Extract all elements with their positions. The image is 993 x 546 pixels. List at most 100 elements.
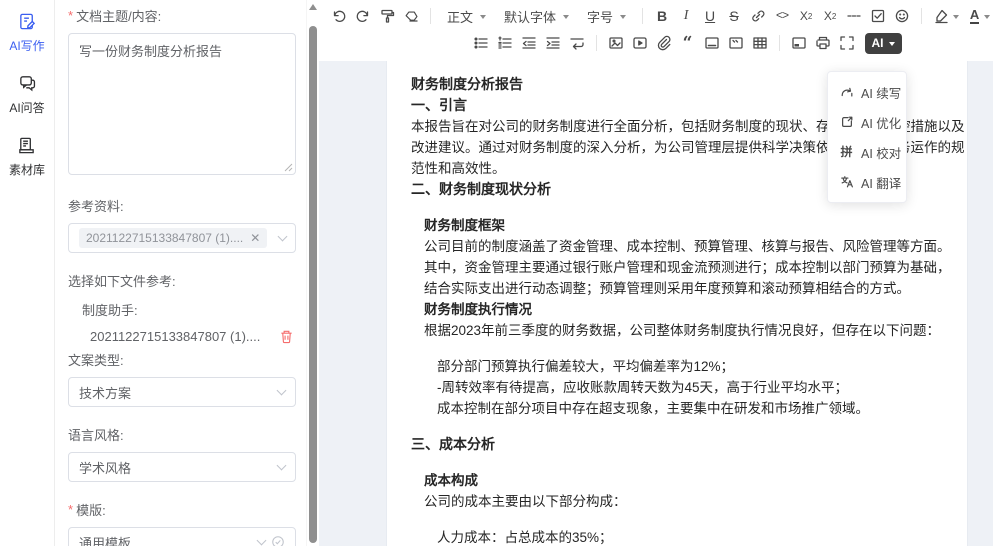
reference-file-tag: 2021122715133847807 (1).... ✕	[79, 228, 267, 248]
file-group-label: 制度助手:	[82, 300, 296, 319]
chevron-down-icon	[277, 461, 287, 471]
code-block-button[interactable]	[724, 31, 748, 55]
fullscreen-button[interactable]	[835, 31, 859, 55]
ordered-list-button[interactable]	[493, 31, 517, 55]
rail-item[interactable]: AI写作	[9, 12, 44, 54]
video-button[interactable]	[628, 31, 652, 55]
document-block: 部分部门预算执行偏差较大，平均偏差率为12%；	[437, 356, 963, 377]
document-block	[411, 419, 963, 434]
horizontal-rule-button[interactable]	[842, 4, 866, 28]
inline-code-button[interactable]: <>	[770, 4, 794, 28]
image-button[interactable]	[604, 31, 628, 55]
ai-menu-item-label: AI 优化	[861, 113, 901, 132]
required-asterisk: *	[68, 502, 73, 517]
rail-item-label: 素材库	[9, 161, 45, 178]
editor-toolbar: 正文 默认字体 字号 B I U S <> X2 X2 A	[319, 0, 993, 61]
resize-handle-icon[interactable]	[284, 163, 293, 172]
clear-format-button[interactable]	[399, 4, 423, 28]
file-section-label: 选择如下文件参考:	[68, 271, 296, 290]
ai-menu-item[interactable]: AI 优化	[828, 107, 906, 137]
document-block: 成本构成	[424, 470, 963, 491]
document-block: 根据2023年前三季度的财务数据，公司整体财务制度执行情况良好，但存在以下问题：	[424, 320, 952, 341]
emoji-button[interactable]	[890, 4, 914, 28]
toolbar-row-1: 正文 默认字体 字号 B I U S <> X2 X2 A	[327, 4, 987, 28]
ai-menu-item[interactable]: AI 翻译	[828, 167, 906, 197]
ai-menu-item[interactable]: AI 续写	[828, 77, 906, 107]
template-select[interactable]: 通用模板	[68, 527, 296, 546]
scrollbar-thumb[interactable]	[309, 26, 317, 543]
ai-menu-item-label: AI 翻译	[861, 173, 901, 192]
strikethrough-button[interactable]: S	[722, 4, 746, 28]
app-window: AI写作 AI问答 素材库 * 文档主题/内容: 写一份财务制度分析报告	[0, 0, 993, 546]
caret-down-icon	[953, 15, 959, 19]
italic-button[interactable]: I	[674, 4, 698, 28]
document-block: 成本控制在部分项目中存在超支现象，主要集中在研发和市场推广领域。	[437, 398, 963, 419]
ai-writer-form: * 文档主题/内容: 写一份财务制度分析报告 参考资料: 20211227151…	[55, 0, 306, 546]
line-break-button[interactable]	[565, 31, 589, 55]
proofread-icon: 拼	[839, 145, 854, 160]
divider-button[interactable]	[700, 31, 724, 55]
link-button[interactable]	[746, 4, 770, 28]
document-block: 公司目前的制度涵盖了资金管理、成本控制、预算管理、核算与报告、风险管理等方面。其…	[424, 236, 952, 299]
caret-down-icon	[563, 15, 569, 19]
heading-select[interactable]: 正文	[438, 7, 495, 26]
ai-write-icon	[18, 12, 37, 34]
table-button[interactable]	[748, 31, 772, 55]
rail-item-label: AI问答	[9, 99, 44, 116]
redo-button[interactable]	[351, 4, 375, 28]
panel-scrollbar	[306, 0, 319, 546]
file-row: 2021122715133847807 (1)....	[90, 329, 296, 344]
scroll-up-icon[interactable]	[309, 4, 317, 10]
ai-tools-button[interactable]: AI	[865, 33, 902, 54]
delete-file-icon[interactable]	[279, 329, 294, 344]
font-family-select[interactable]: 默认字体	[495, 7, 578, 26]
template-check-icon	[271, 535, 285, 546]
superscript-button[interactable]: X2	[818, 4, 842, 28]
toolbar-divider	[596, 35, 597, 51]
font-size-select[interactable]: 字号	[578, 7, 635, 26]
bullet-list-button[interactable]	[469, 31, 493, 55]
ai-menu-item[interactable]: 拼 AI 校对	[828, 137, 906, 167]
document-block: 公司的成本主要由以下部分构成：	[424, 491, 952, 512]
caret-down-icon	[984, 15, 990, 19]
template-label: * 模版:	[68, 500, 296, 519]
remove-tag-icon[interactable]: ✕	[250, 231, 260, 245]
attachment-button[interactable]	[652, 31, 676, 55]
topic-textarea[interactable]: 写一份财务制度分析报告	[68, 33, 296, 175]
style-select[interactable]: 学术风格	[68, 452, 296, 482]
reference-select[interactable]: 2021122715133847807 (1).... ✕	[68, 223, 296, 253]
document-block: 财务制度执行情况	[424, 299, 963, 320]
toolbar-divider	[642, 8, 643, 24]
copy-type-select[interactable]: 技术方案	[68, 377, 296, 407]
toolbar-divider	[921, 8, 922, 24]
chevron-down-icon	[278, 232, 288, 242]
rail-item[interactable]: 素材库	[9, 136, 45, 178]
subscript-button[interactable]: X2	[794, 4, 818, 28]
editor-area: 正文 默认字体 字号 B I U S <> X2 X2 A	[319, 0, 993, 546]
copy-type-label: 文案类型:	[68, 350, 296, 369]
undo-button[interactable]	[327, 4, 351, 28]
optimize-icon	[839, 115, 854, 130]
indent-button[interactable]	[541, 31, 565, 55]
blockquote-button[interactable]: “	[676, 31, 700, 55]
nav-rail: AI写作 AI问答 素材库	[0, 0, 55, 546]
caret-down-icon	[620, 15, 626, 19]
topic-label: * 文档主题/内容:	[68, 6, 296, 25]
highlight-color-button[interactable]	[929, 4, 963, 28]
continue-icon	[839, 85, 854, 100]
font-color-button[interactable]: A	[963, 4, 993, 28]
underline-button[interactable]: U	[698, 4, 722, 28]
outdent-button[interactable]	[517, 31, 541, 55]
task-list-button[interactable]	[866, 4, 890, 28]
ai-menu-item-label: AI 续写	[861, 83, 901, 102]
caret-down-icon	[480, 15, 486, 19]
rail-item[interactable]: AI问答	[9, 74, 44, 116]
print-button[interactable]	[811, 31, 835, 55]
format-painter-button[interactable]	[375, 4, 399, 28]
source-view-button[interactable]	[787, 31, 811, 55]
toolbar-row-2: “ AI	[327, 31, 987, 55]
document-block	[411, 512, 963, 527]
ai-qa-icon	[18, 74, 37, 96]
document-block: 人力成本：占总成本的35%；	[437, 527, 963, 546]
bold-button[interactable]: B	[650, 4, 674, 28]
